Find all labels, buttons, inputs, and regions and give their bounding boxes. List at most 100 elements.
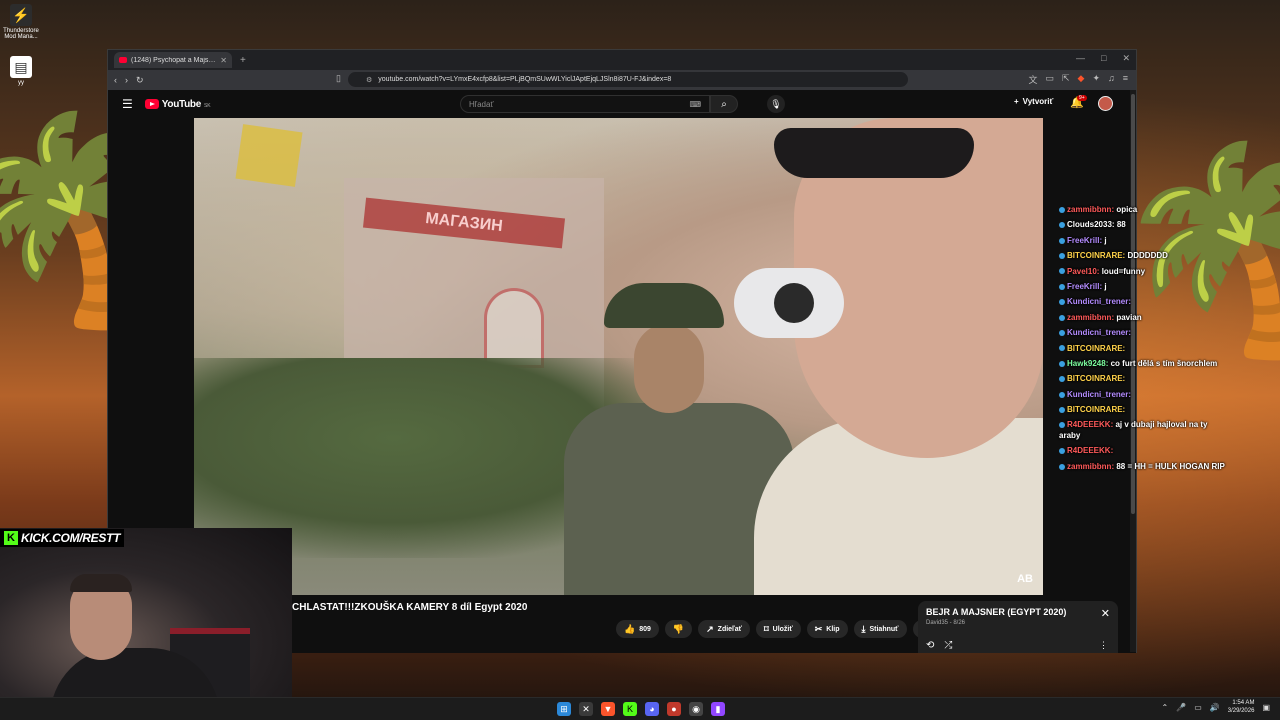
video-actions: 👍 809 👎 ↗ Zdieľať ⌑ Uložiť ✂ Klip ⤓ Stia… <box>616 620 931 638</box>
youtube-logo-text: YouTube <box>161 98 202 110</box>
maximize-button[interactable]: □ <box>1101 53 1106 64</box>
discord-icon[interactable]: ◕ <box>645 702 659 716</box>
chat-message: Clouds2033: 88 <box>1059 220 1229 230</box>
loop-icon[interactable]: ⟲ <box>926 640 934 651</box>
chat-username[interactable]: BITCOINRARE: <box>1067 405 1125 414</box>
reload-icon[interactable]: ↻ <box>136 75 144 86</box>
bookmark-icon[interactable]: ▯ <box>336 73 341 84</box>
dislike-button[interactable]: 👎 <box>664 620 693 638</box>
browser-tab[interactable]: (1248) Psychopat a Majsner - ... ✕ <box>114 52 232 68</box>
forward-icon[interactable]: › <box>125 75 128 85</box>
tray-chevron-icon[interactable]: ⌃ <box>1162 703 1169 712</box>
search-button[interactable]: ⌕ <box>710 95 738 113</box>
windows-start-icon[interactable]: ⊞ <box>557 702 571 716</box>
download-button[interactable]: ⤓ Stiahnuť <box>853 620 907 638</box>
chat-badge-icon <box>1059 391 1065 398</box>
clock[interactable]: 1:54 AM 3/29/2026 <box>1228 700 1255 716</box>
create-button[interactable]: + Vytvoriť <box>1014 97 1053 106</box>
chat-text: co furt dělá s tím šnorchlem <box>1110 358 1218 368</box>
chat-username[interactable]: Pavel10: <box>1067 267 1099 276</box>
twitch-icon[interactable]: ▮ <box>711 702 725 716</box>
youtube-logo[interactable]: YouTube SK <box>144 98 211 110</box>
file-icon: ▤ <box>10 56 32 78</box>
volume-icon[interactable]: 🔊 <box>1210 703 1220 712</box>
search-input[interactable]: Hľadať ⌨ <box>460 95 710 113</box>
chat-username[interactable]: R4DEEEKK: <box>1067 446 1113 455</box>
chat-message: BITCOINRARE: DDDDDDD <box>1059 251 1229 261</box>
chat-text: loud=funny <box>1101 266 1146 276</box>
chat-badge-icon <box>1059 330 1065 337</box>
chat-username[interactable]: FreeKrill: <box>1067 282 1102 291</box>
chat-username[interactable]: BITCOINRARE: <box>1067 374 1125 383</box>
media-icon[interactable]: ♫ <box>1108 73 1115 86</box>
kick-icon[interactable]: K <box>623 702 637 716</box>
share-icon[interactable]: ⇱ <box>1062 73 1070 86</box>
chat-message: R4DEEEKK: aj v dubaji hajloval na ty ara… <box>1059 420 1229 441</box>
like-count: 809 <box>639 625 651 633</box>
address-bar[interactable]: ⚙ youtube.com/watch?v=LYmxE4xcfp8&list=P… <box>348 72 908 87</box>
cast-icon[interactable]: ▭ <box>1045 73 1054 86</box>
chat-username[interactable]: Kundicni_trener: <box>1067 328 1131 337</box>
save-button[interactable]: ⌑ Uložiť <box>756 620 801 638</box>
download-label: Stiahnuť <box>869 625 899 633</box>
keyboard-icon[interactable]: ⌨ <box>689 100 701 109</box>
window-controls: — □ ✕ <box>1076 53 1130 64</box>
chat-username[interactable]: zammibbnn: <box>1067 462 1114 471</box>
chrome-icon[interactable]: ◉ <box>689 702 703 716</box>
brave-icon[interactable]: ▼ <box>601 702 615 716</box>
chat-username[interactable]: BITCOINRARE: <box>1067 251 1125 260</box>
menu-icon[interactable]: ≡ <box>1123 73 1128 86</box>
chat-badge-icon <box>1059 345 1065 352</box>
share-button[interactable]: ↗ Zdieľať <box>698 620 751 638</box>
hamburger-menu-icon[interactable]: ☰ <box>122 97 133 111</box>
xbox-icon[interactable]: ✕ <box>579 702 593 716</box>
like-button[interactable]: 👍 809 <box>616 620 659 638</box>
network-icon[interactable]: ▭ <box>1194 703 1202 712</box>
minimize-button[interactable]: — <box>1076 53 1085 64</box>
back-icon[interactable]: ‹ <box>114 75 117 85</box>
site-info-icon[interactable]: ⚙ <box>366 76 372 84</box>
chat-username[interactable]: BITCOINRARE: <box>1067 344 1125 353</box>
playlist-more-icon[interactable]: ⋮ <box>1099 640 1108 651</box>
chat-username[interactable]: FreeKrill: <box>1067 236 1102 245</box>
maps-pin-icon[interactable]: ● <box>667 702 681 716</box>
voice-search-button[interactable]: 🎙 <box>767 95 785 113</box>
share-label: Zdieľať <box>717 625 743 633</box>
playlist-panel: BEJR A MAJSNER (EGYPT 2020) David35 - 8/… <box>918 601 1118 653</box>
chat-username[interactable]: zammibbnn: <box>1067 205 1114 214</box>
chat-username[interactable]: Kundicni_trener: <box>1067 297 1131 306</box>
avatar[interactable] <box>1098 96 1113 111</box>
translate-icon[interactable]: 文 <box>1028 73 1037 86</box>
chat-badge-icon <box>1059 406 1065 413</box>
brave-shields-icon[interactable]: ◆ <box>1078 73 1085 86</box>
notification-center-icon[interactable]: ▣ <box>1262 703 1270 712</box>
close-window-button[interactable]: ✕ <box>1122 53 1130 64</box>
chat-message: Kundicni_trener: <box>1059 297 1229 307</box>
extensions-icon[interactable]: ✦ <box>1092 73 1100 86</box>
bookmark-save-icon: ⌑ <box>764 623 769 634</box>
chat-message: Kundicni_trener: <box>1059 328 1229 338</box>
chat-badge-icon <box>1059 314 1065 321</box>
close-tab-icon[interactable]: ✕ <box>220 56 227 65</box>
chat-badge-icon <box>1059 299 1065 306</box>
clip-label: Klip <box>826 625 840 633</box>
chat-message: zammibbnn: pavian <box>1059 313 1229 323</box>
mic-icon: 🎙 <box>770 98 782 109</box>
chat-badge-icon <box>1059 206 1065 213</box>
video-player[interactable]: МАГАЗИН AB <box>194 118 1043 595</box>
video-title: CHLASTAT!!!ZKOUŠKA KAMERY 8 díl Egypt 20… <box>292 602 528 613</box>
chat-username[interactable]: R4DEEEKK: <box>1067 420 1113 429</box>
chat-username[interactable]: Kundicni_trener: <box>1067 390 1131 399</box>
thumbs-up-icon: 👍 <box>624 623 636 634</box>
chat-badge-icon <box>1059 283 1065 290</box>
clip-button[interactable]: ✂ Klip <box>806 620 848 638</box>
mic-tray-icon[interactable]: 🎤 <box>1176 703 1186 712</box>
close-playlist-icon[interactable]: ✕ <box>1101 607 1110 620</box>
chat-username[interactable]: zammibbnn: <box>1067 313 1114 322</box>
chat-username[interactable]: Hawk9248: <box>1067 359 1108 368</box>
shuffle-icon[interactable]: ⤮ <box>944 640 952 651</box>
new-tab-icon[interactable]: + <box>240 55 246 66</box>
desktop-icon-thunderstore[interactable]: ⚡ Thunderstore Mod Mana... <box>2 4 40 40</box>
chat-username[interactable]: Clouds2033: <box>1067 220 1115 229</box>
desktop-icon-file[interactable]: ▤ yy <box>2 56 40 86</box>
